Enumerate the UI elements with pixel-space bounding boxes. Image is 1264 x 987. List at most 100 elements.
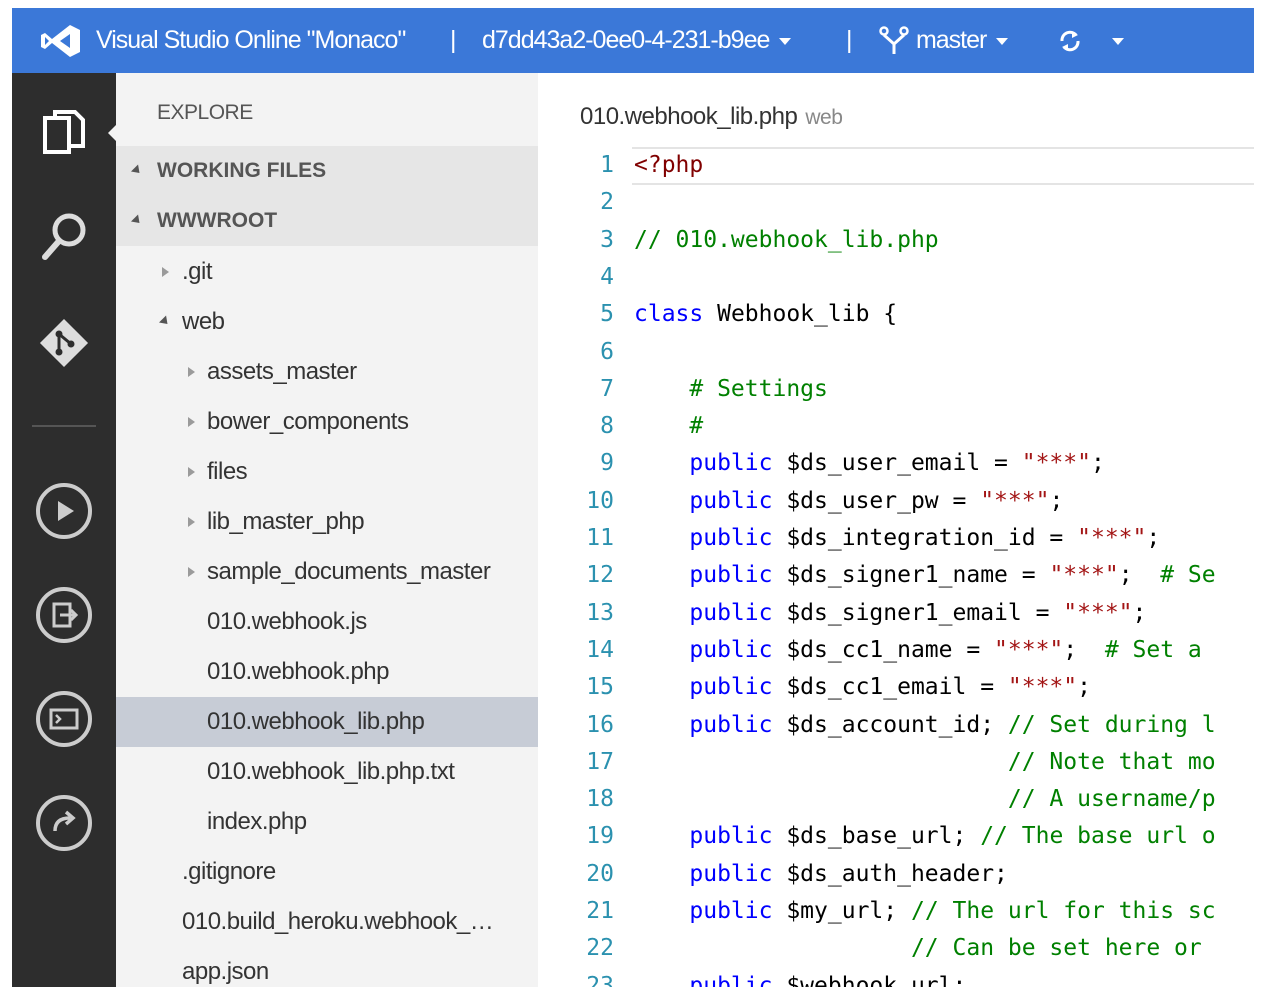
line-number: 14 bbox=[586, 636, 614, 663]
site-selector[interactable]: d7dd43a2-0ee0-4-231-b9ee bbox=[482, 8, 792, 73]
sync-icon bbox=[1060, 31, 1080, 52]
code-line[interactable]: 6 bbox=[538, 334, 1254, 371]
code-line[interactable]: 8 # bbox=[538, 408, 1254, 445]
tree-item-gitignore[interactable]: .gitignore bbox=[116, 847, 538, 897]
code-line[interactable]: 20 public $ds_auth_header; bbox=[538, 856, 1254, 893]
tree-item-web[interactable]: web bbox=[116, 297, 538, 347]
line-number: 18 bbox=[586, 786, 614, 813]
chevron-down-icon bbox=[1112, 37, 1124, 45]
tree-item-bower-components[interactable]: bower_components bbox=[116, 397, 538, 447]
code-line[interactable]: 12 public $ds_signer1_name = "***"; # Se bbox=[538, 557, 1254, 594]
expand-arrow-icon bbox=[188, 517, 195, 527]
code-text: // A username/p bbox=[1007, 786, 1216, 813]
tree-item-label: index.php bbox=[207, 808, 307, 835]
code-line[interactable]: 11 public $ds_integration_id = "***"; bbox=[538, 520, 1254, 557]
code-line[interactable]: 17 // Note that mo bbox=[538, 744, 1254, 781]
explore-button[interactable] bbox=[12, 93, 116, 173]
chevron-down-icon bbox=[996, 37, 1009, 45]
working-files-section[interactable]: WORKING FILES bbox=[116, 146, 538, 196]
line-number: 1 bbox=[600, 152, 614, 178]
chevron-down-icon bbox=[779, 37, 792, 45]
code-text: # Settings bbox=[689, 375, 828, 402]
tree-item-git[interactable]: .git bbox=[116, 247, 538, 297]
explorer-sidebar: EXPLORE WORKING FILES WWWROOT .git web a… bbox=[116, 73, 538, 987]
console-icon bbox=[36, 691, 92, 747]
tree-item-sample-documents-master[interactable]: sample_documents_master bbox=[116, 547, 538, 597]
code-text: class Webhook_lib { bbox=[634, 301, 898, 328]
separator: | bbox=[846, 26, 852, 54]
tree-item-webhook-js[interactable]: 010.webhook.js bbox=[116, 597, 538, 647]
code-text: public $my_url; // The url for this sc bbox=[689, 898, 1216, 924]
code-line[interactable]: 14 public $ds_cc1_name = "***"; # Set a bbox=[538, 632, 1254, 669]
line-number: 7 bbox=[600, 375, 614, 402]
search-button[interactable] bbox=[12, 197, 116, 277]
branch-selector[interactable]: master bbox=[878, 8, 1009, 73]
output-button[interactable] bbox=[12, 575, 116, 655]
code-line[interactable]: 9 public $ds_user_email = "***"; bbox=[538, 445, 1254, 482]
tree-item-label: files bbox=[207, 458, 248, 485]
vs-logo-icon[interactable] bbox=[40, 8, 82, 73]
code-text: # bbox=[689, 413, 704, 440]
code-line[interactable]: 22 // Can be set here or bbox=[538, 930, 1254, 967]
line-number: 15 bbox=[586, 674, 614, 701]
wwwroot-section[interactable]: WWWROOT bbox=[116, 196, 538, 246]
code-text: public $webhook_url; bbox=[689, 972, 967, 987]
line-number: 4 bbox=[600, 263, 614, 290]
code-editor[interactable]: 010.webhook_lib.php web 1 <?php 2 3// 010.we… bbox=[538, 73, 1254, 987]
expand-arrow-icon bbox=[188, 367, 195, 377]
expand-arrow-icon bbox=[188, 467, 195, 477]
code-line[interactable]: 10 public $ds_user_pw = "***"; bbox=[538, 483, 1254, 520]
code-line[interactable]: 21 public $my_url; // The url for this s… bbox=[538, 893, 1254, 930]
code-line[interactable]: 4 bbox=[538, 259, 1254, 296]
code-line[interactable]: 15 public $ds_cc1_email = "***"; bbox=[538, 669, 1254, 706]
line-number: 6 bbox=[600, 338, 614, 365]
sync-button[interactable] bbox=[1056, 8, 1084, 73]
tree-item-label: 010.webhook_lib.php.txt bbox=[207, 758, 455, 785]
tree-item-assets-master[interactable]: assets_master bbox=[116, 347, 538, 397]
code-line[interactable]: 2 bbox=[538, 184, 1254, 221]
git-button[interactable] bbox=[12, 303, 116, 383]
tree-item-webhook-php[interactable]: 010.webhook.php bbox=[116, 647, 538, 697]
expand-arrow-icon bbox=[162, 267, 169, 277]
tree-item-webhook-lib-php[interactable]: 010.webhook_lib.php bbox=[116, 697, 538, 747]
tree-item-webhook-lib-php-txt[interactable]: 010.webhook_lib.php.txt bbox=[116, 747, 538, 797]
site-id: d7dd43a2-0ee0-4-231-b9ee bbox=[482, 26, 770, 54]
code-line[interactable]: 5 class Webhook_lib { bbox=[538, 296, 1254, 333]
code-text: <?php bbox=[634, 152, 704, 178]
run-button[interactable] bbox=[12, 471, 116, 551]
console-button[interactable] bbox=[12, 679, 116, 759]
section-label: WWWROOT bbox=[157, 209, 278, 232]
expand-arrow-icon bbox=[188, 567, 195, 577]
code-line[interactable]: 19 public $ds_base_url; // The base url … bbox=[538, 818, 1254, 855]
line-number: 9 bbox=[600, 450, 614, 477]
branch-name: master bbox=[915, 26, 987, 54]
tree-item-files[interactable]: files bbox=[116, 447, 538, 497]
code-line[interactable]: 23 public $webhook_url; bbox=[538, 968, 1254, 987]
line-number: 3 bbox=[600, 226, 614, 253]
code-line[interactable]: 7 # Settings bbox=[538, 371, 1254, 408]
tree-item-lib-master-php[interactable]: lib_master_php bbox=[116, 497, 538, 547]
code-text: public $ds_account_id; // Set during l bbox=[689, 711, 1216, 738]
more-menu-button[interactable] bbox=[1102, 8, 1124, 73]
line-number: 2 bbox=[600, 189, 614, 216]
section-label: WORKING FILES bbox=[157, 159, 327, 182]
code-line[interactable]: 1 <?php bbox=[538, 147, 1254, 184]
app-title: Visual Studio Online "Monaco" bbox=[96, 26, 406, 54]
code-text: public $ds_cc1_email = "***"; bbox=[689, 674, 1091, 701]
tree-item-index-php[interactable]: index.php bbox=[116, 797, 538, 847]
line-number: 19 bbox=[586, 823, 614, 850]
tree-item-app-json[interactable]: app.json bbox=[116, 947, 538, 987]
code-line[interactable]: 18 // A username/p bbox=[538, 781, 1254, 818]
code-line[interactable]: 13 public $ds_signer1_email = "***"; bbox=[538, 595, 1254, 632]
tree-item-label: bower_components bbox=[207, 408, 409, 435]
code-text: public $ds_user_email = "***"; bbox=[689, 450, 1105, 477]
code-line[interactable]: 16 public $ds_account_id; // Set during … bbox=[538, 707, 1254, 744]
open-site-button[interactable] bbox=[12, 783, 116, 863]
branch-icon bbox=[879, 26, 909, 55]
code-text: public $ds_integration_id = "***"; bbox=[689, 525, 1161, 551]
tree-item-build-heroku-webhook[interactable]: 010.build_heroku.webhook_… bbox=[116, 897, 538, 947]
code-text: public $ds_cc1_name = "***"; # Set a bbox=[689, 636, 1202, 663]
code-line[interactable]: 3 // 010.webhook_lib.php bbox=[538, 222, 1254, 259]
code-text: // 010.webhook_lib.php bbox=[634, 226, 939, 253]
line-number: 16 bbox=[586, 711, 614, 738]
